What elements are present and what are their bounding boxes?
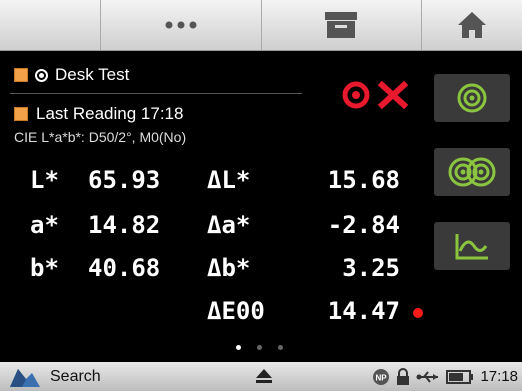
eject-icon[interactable] <box>254 367 274 385</box>
delta-e-label: ΔE00 <box>207 297 265 325</box>
standard-color-swatch <box>14 68 28 82</box>
delta-b-label: Δb* <box>207 254 251 282</box>
home-icon <box>458 12 486 38</box>
more-button[interactable] <box>101 0 262 50</box>
page-indicator <box>236 345 283 350</box>
sample-name: Last Reading 17:18 <box>36 104 184 123</box>
delta-b-value: 3.25 <box>342 254 400 282</box>
search-button[interactable]: Search <box>8 365 101 389</box>
more-horizontal-icon <box>165 21 197 29</box>
standard-radio-icon[interactable] <box>35 68 48 82</box>
delta-a-label: Δa* <box>207 211 251 239</box>
delta-e-value: 14.47 <box>327 297 400 325</box>
a-value: 14.82 <box>88 211 161 239</box>
usb-icon <box>416 370 439 383</box>
standard-name: Desk Test <box>55 65 130 84</box>
battery-icon <box>446 369 474 384</box>
tolerance-fail-dot <box>413 308 423 318</box>
header-divider <box>10 93 302 94</box>
page-dot-2[interactable] <box>257 345 262 350</box>
l-value: 65.93 <box>88 166 161 194</box>
home-button[interactable] <box>422 0 522 50</box>
search-label: Search <box>50 367 101 385</box>
delta-l-label: ΔL* <box>207 166 251 194</box>
single-measure-button[interactable] <box>434 74 510 122</box>
sample-row[interactable]: Last Reading 17:18 <box>14 103 183 125</box>
search-logo-icon <box>10 368 40 387</box>
top-toolbar <box>0 0 522 51</box>
page-dot-1[interactable] <box>236 345 241 350</box>
compare-targets-icon <box>448 157 496 187</box>
colorspace-label: CIE L*a*b*: D50/2°, M0(No) <box>14 129 187 145</box>
b-label: b* <box>30 254 59 282</box>
delta-a-value: -2.84 <box>327 211 400 239</box>
archive-button[interactable] <box>262 0 422 50</box>
fail-icon <box>342 80 409 110</box>
status-bar: Search NP 17:18 <box>0 362 522 391</box>
l-label: L* <box>30 166 59 194</box>
standard-row[interactable]: Desk Test <box>14 64 129 86</box>
status-icons: NP 17:18 <box>372 362 518 391</box>
compare-button[interactable] <box>434 148 510 196</box>
target-icon <box>457 83 487 113</box>
a-label: a* <box>30 211 59 239</box>
b-value: 40.68 <box>88 254 161 282</box>
delta-l-value: 15.68 <box>327 166 400 194</box>
np-badge-icon: NP <box>373 368 390 385</box>
lock-icon <box>397 367 410 385</box>
page-dot-3[interactable] <box>278 345 283 350</box>
sample-color-swatch <box>14 107 28 121</box>
spectral-graph-button[interactable] <box>434 222 510 270</box>
spectral-curve-icon <box>455 234 488 260</box>
toolbar-blank-button[interactable] <box>0 0 101 50</box>
clock: 17:18 <box>480 368 518 385</box>
archive-icon <box>325 12 358 38</box>
svg-text:NP: NP <box>376 373 388 382</box>
